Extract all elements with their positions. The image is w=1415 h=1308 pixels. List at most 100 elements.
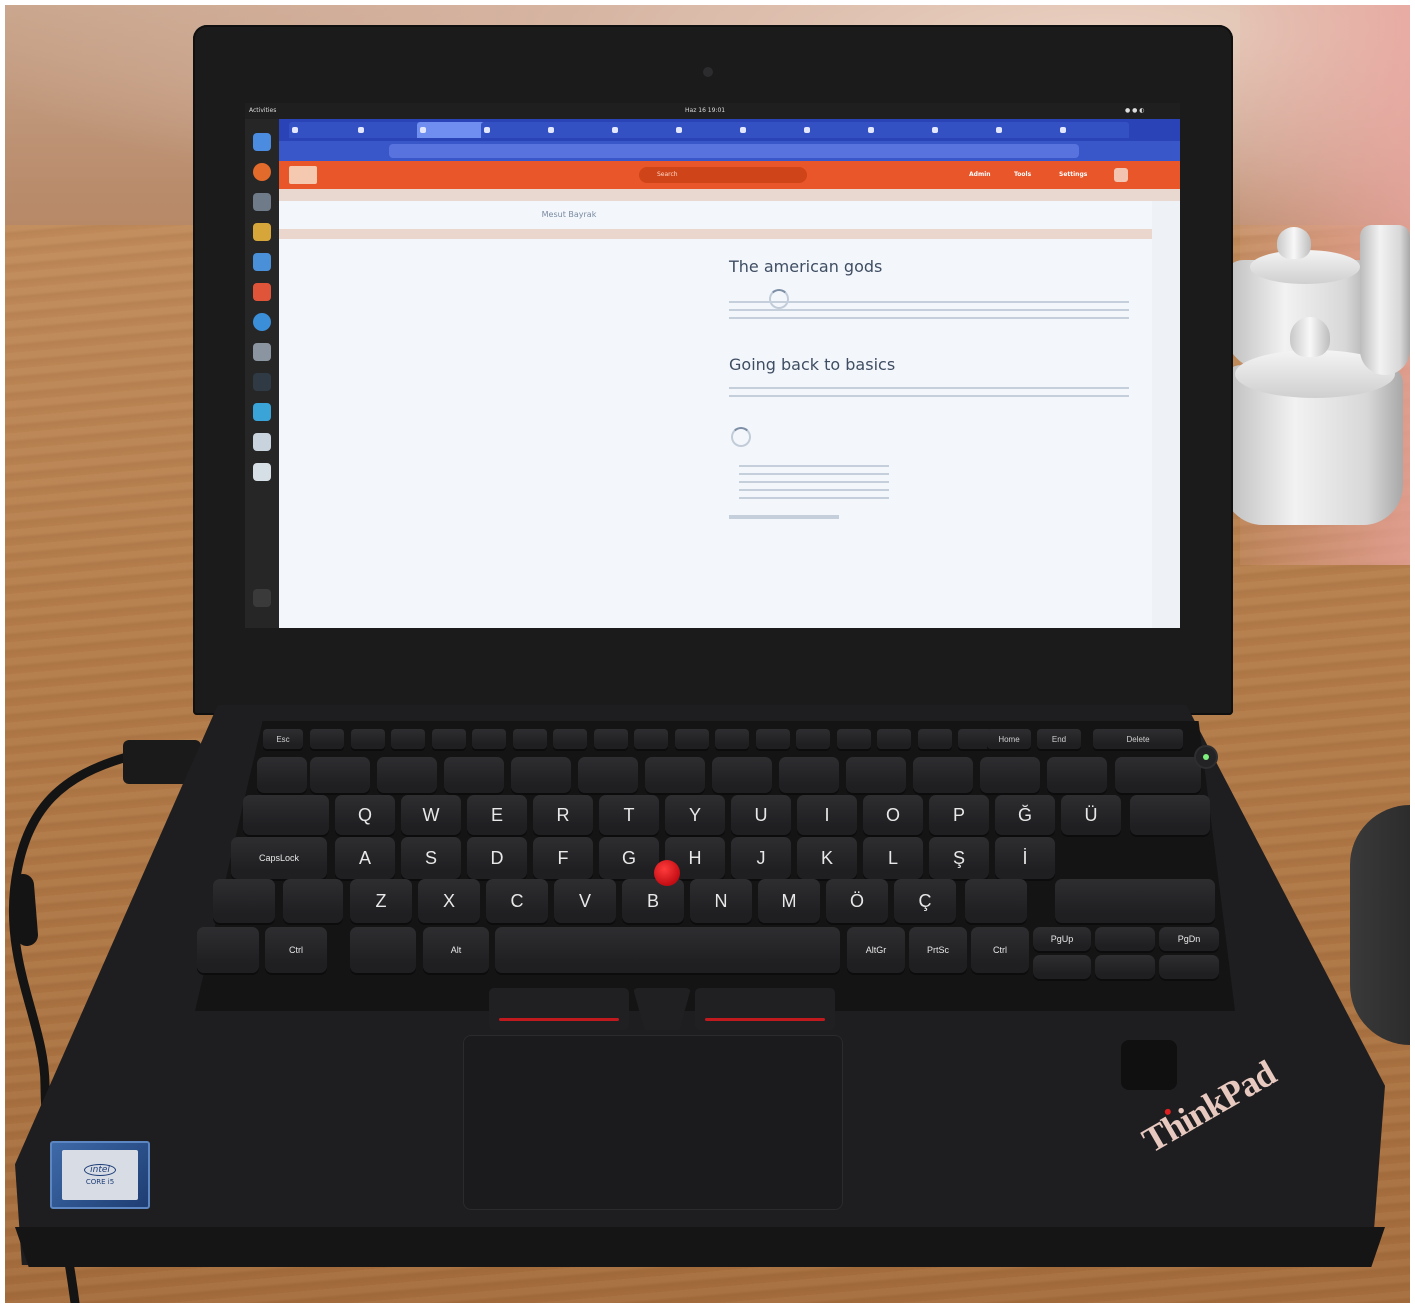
terminal-icon[interactable] — [253, 373, 271, 391]
enter-key[interactable] — [1130, 795, 1210, 835]
browser-tab[interactable] — [481, 122, 553, 138]
key-function[interactable] — [431, 729, 466, 749]
address-bar[interactable] — [389, 144, 1079, 158]
settings-icon[interactable] — [253, 343, 271, 361]
key-p[interactable]: P — [929, 795, 989, 835]
arrow-down-key[interactable] — [1095, 955, 1155, 979]
fingerprint-reader[interactable] — [1121, 1040, 1177, 1090]
key-number[interactable] — [645, 757, 705, 793]
browser-tab[interactable] — [865, 122, 937, 138]
fn-key[interactable] — [197, 927, 259, 973]
browser-tab[interactable] — [355, 122, 423, 138]
key-ü[interactable]: Ü — [1061, 795, 1121, 835]
key-period[interactable] — [965, 879, 1027, 923]
prtsc-key[interactable]: PrtSc — [909, 927, 967, 973]
vscode-icon[interactable] — [253, 403, 271, 421]
key-k[interactable]: K — [797, 837, 857, 879]
key-number[interactable] — [846, 757, 906, 793]
key-angle-brackets[interactable] — [283, 879, 343, 923]
key-function[interactable] — [917, 729, 952, 749]
key-b[interactable]: B — [622, 879, 684, 923]
altgr-key[interactable]: AltGr — [847, 927, 905, 973]
key-ö[interactable]: Ö — [826, 879, 888, 923]
key-e[interactable]: E — [467, 795, 527, 835]
backspace-key[interactable] — [1115, 757, 1201, 793]
nav-item-admin[interactable]: Admin — [969, 161, 991, 189]
right-shift-key[interactable] — [1055, 879, 1215, 923]
key-esc[interactable]: Esc — [263, 729, 303, 749]
key-function[interactable] — [796, 729, 830, 749]
key-o[interactable]: O — [863, 795, 923, 835]
key-number[interactable] — [913, 757, 973, 793]
alt-key[interactable]: Alt — [423, 927, 489, 973]
left-ctrl-key[interactable]: Ctrl — [265, 927, 327, 973]
space-key[interactable] — [495, 927, 840, 973]
key-g[interactable]: G — [599, 837, 659, 879]
user-avatar[interactable] — [1114, 168, 1128, 182]
browser-tab[interactable] — [1057, 122, 1129, 138]
browser-tab[interactable] — [737, 122, 809, 138]
key-i[interactable]: I — [797, 795, 857, 835]
key-home[interactable]: Home — [987, 729, 1031, 749]
key-ç[interactable]: Ç — [894, 879, 956, 923]
firefox-icon[interactable] — [253, 163, 271, 181]
capslock-key[interactable]: CapsLock — [231, 837, 327, 879]
key-function[interactable] — [836, 729, 871, 749]
system-tray-icon[interactable]: ● ● ◐ — [1125, 103, 1145, 119]
right-ctrl-key[interactable]: Ctrl — [971, 927, 1029, 973]
browser-tab[interactable] — [993, 122, 1065, 138]
key-z[interactable]: Z — [350, 879, 412, 923]
key-number[interactable] — [310, 757, 370, 793]
text-editor-icon[interactable] — [253, 433, 271, 451]
browser-tab[interactable] — [673, 122, 745, 138]
trackpoint[interactable] — [654, 860, 680, 886]
key-i̇[interactable]: İ — [995, 837, 1055, 879]
key-delete[interactable]: Delete — [1093, 729, 1183, 749]
key-function[interactable] — [877, 729, 911, 749]
browser-tab[interactable] — [609, 122, 681, 138]
key-ş[interactable]: Ş — [929, 837, 989, 879]
key-function[interactable] — [512, 729, 547, 749]
key-q[interactable]: Q — [335, 795, 395, 835]
app-grid-icon[interactable] — [253, 589, 271, 607]
key-n[interactable]: N — [690, 879, 752, 923]
key-l[interactable]: L — [863, 837, 923, 879]
key-w[interactable]: W — [401, 795, 461, 835]
key-s[interactable]: S — [401, 837, 461, 879]
nav-item-tools[interactable]: Tools — [1014, 161, 1031, 189]
key-m[interactable]: M — [758, 879, 820, 923]
key-x[interactable]: X — [418, 879, 480, 923]
key-function[interactable] — [715, 729, 749, 749]
notes-icon[interactable] — [253, 463, 271, 481]
browser-tab[interactable] — [545, 122, 617, 138]
power-button[interactable] — [1196, 747, 1216, 767]
left-shift-key[interactable] — [213, 879, 275, 923]
browser-tab-active[interactable] — [417, 122, 489, 138]
key-function[interactable] — [310, 729, 344, 749]
key-end[interactable]: End — [1037, 729, 1081, 749]
archive-icon[interactable] — [253, 223, 271, 241]
key-function[interactable] — [472, 729, 506, 749]
software-icon[interactable] — [253, 283, 271, 301]
key-ğ[interactable]: Ğ — [995, 795, 1055, 835]
key-number[interactable] — [578, 757, 638, 793]
key-function[interactable] — [391, 729, 425, 749]
arrow-right-key[interactable] — [1159, 955, 1219, 979]
key-function[interactable] — [634, 729, 668, 749]
site-logo[interactable] — [289, 166, 317, 184]
key-number[interactable] — [444, 757, 504, 793]
key-u[interactable]: U — [731, 795, 791, 835]
key-number[interactable] — [712, 757, 772, 793]
clock[interactable]: Haz 16 19:01 — [685, 103, 725, 119]
pgup-key[interactable]: PgUp — [1033, 927, 1091, 951]
touchpad[interactable] — [463, 1035, 843, 1210]
activities-button[interactable]: Activities — [249, 103, 276, 119]
key-function[interactable] — [350, 729, 385, 749]
nav-item-settings[interactable]: Settings — [1059, 161, 1087, 189]
arrow-left-key[interactable] — [1033, 955, 1091, 979]
site-search-input[interactable]: Search — [639, 167, 807, 183]
key-function[interactable] — [755, 729, 790, 749]
pgdn-key[interactable]: PgDn — [1159, 927, 1219, 951]
help-icon[interactable] — [253, 313, 271, 331]
key-r[interactable]: R — [533, 795, 593, 835]
